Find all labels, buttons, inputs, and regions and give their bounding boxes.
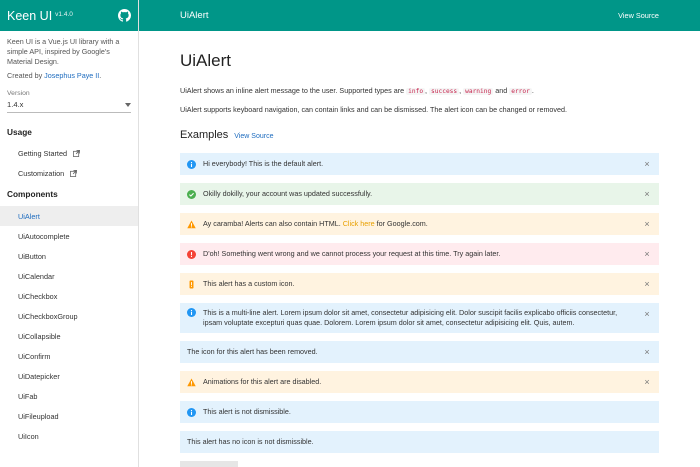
external-link-icon — [73, 149, 81, 157]
sidebar-item-uicheckboxgroup[interactable]: UiCheckboxGroup — [0, 306, 138, 326]
external-link-icon — [70, 169, 78, 177]
alert-text: This alert is not dismissible. — [203, 407, 291, 416]
warning-icon — [187, 378, 196, 387]
brand[interactable]: Keen UI v1.4.0 — [7, 9, 73, 23]
alert-text: Okilly dokilly, your account was updated… — [203, 189, 373, 198]
author-link[interactable]: Josephus Paye II — [44, 71, 99, 80]
credit-prefix: Created by — [7, 71, 45, 80]
alert-error: D'oh! Something went wrong and we cannot… — [180, 243, 659, 265]
alert-text: This alert has no icon is not dismissibl… — [187, 437, 314, 446]
sidebar-item-uicollapsible[interactable]: UiCollapsible — [0, 326, 138, 346]
features-paragraph: UiAlert supports keyboard navigation, ca… — [180, 105, 568, 114]
info-icon — [187, 407, 196, 417]
sidebar-item-label: Getting Started — [18, 148, 68, 158]
warning-icon — [187, 220, 196, 229]
sidebar-header: Keen UI v1.4.0 — [0, 0, 138, 31]
alert-text: Ay caramba! Alerts can also contain HTML… — [203, 219, 634, 229]
examples-view-source-link[interactable]: View Source — [234, 133, 273, 140]
version-block: Version 1.4.x — [0, 80, 138, 113]
alert-not-dismissible: This alert is not dismissible. — [180, 401, 659, 423]
alert-text: The icon for this alert has been removed… — [187, 347, 318, 356]
alert-custom-icon: This alert has a custom icon. × — [180, 273, 659, 295]
caret-down-icon — [125, 102, 131, 107]
alert-text-suffix: for Google.com. — [374, 219, 428, 228]
sidebar-item-uifab[interactable]: UiFab — [0, 386, 138, 406]
alert-text: This is a multi-line alert. Lorem ipsum … — [203, 308, 618, 327]
main-content: UiAlert UiAlert shows an inline alert me… — [139, 31, 700, 467]
version-value: 1.4.x — [7, 100, 24, 109]
sidebar-item-uicheckbox[interactable]: UiCheckbox — [0, 286, 138, 306]
usage-heading: Usage — [7, 127, 32, 137]
code-error: error — [509, 88, 532, 95]
close-icon[interactable]: × — [642, 279, 652, 289]
github-icon[interactable] — [118, 9, 131, 22]
para-text: . — [531, 86, 534, 95]
credit-suffix: . — [99, 71, 102, 80]
sidebar-item-uicalendar[interactable]: UiCalendar — [0, 266, 138, 286]
alert-no-icon-not-dismissible: This alert has no icon is not dismissibl… — [180, 431, 659, 453]
code-success: success — [429, 88, 460, 95]
alerts-list: Hi everybody! This is the default alert.… — [180, 153, 659, 467]
close-icon[interactable]: × — [642, 347, 652, 357]
alert-success: Okilly dokilly, your account was updated… — [180, 183, 659, 205]
close-icon[interactable]: × — [642, 249, 652, 259]
sidebar-item-uiconfirm[interactable]: UiConfirm — [0, 346, 138, 366]
sidebar-item-uiautocomplete[interactable]: UiAutocomplete — [0, 226, 138, 246]
components-heading: Components — [7, 189, 58, 199]
alert-multiline: This is a multi-line alert. Lorem ipsum … — [180, 303, 659, 333]
error-icon — [187, 249, 196, 259]
brand-version: v1.4.0 — [55, 10, 73, 18]
close-icon[interactable]: × — [642, 219, 652, 229]
sidebar-item-uiicon[interactable]: UiIcon — [0, 426, 138, 446]
brand-name: Keen UI — [7, 8, 53, 23]
view-source-link[interactable]: View Source — [618, 11, 659, 20]
alert-text-prefix: Ay caramba! Alerts can also contain HTML… — [203, 219, 343, 228]
sidebar-item-customization[interactable]: Customization — [0, 163, 138, 183]
code-warning: warning — [463, 88, 494, 95]
toggle-button-stub[interactable] — [180, 461, 238, 467]
close-icon[interactable]: × — [642, 189, 652, 199]
click-here-link[interactable]: Click here — [343, 219, 375, 228]
custom-icon — [187, 279, 196, 289]
usage-nav: Getting Started Customization — [0, 143, 138, 183]
info-icon — [187, 159, 196, 169]
sidebar: Keen UI v1.4.0 Keen UI is a Vue.js UI li… — [0, 0, 139, 467]
sidebar-item-uibutton[interactable]: UiButton — [0, 246, 138, 266]
version-select[interactable]: 1.4.x — [7, 100, 131, 113]
check-circle-icon — [187, 189, 196, 199]
code-info: info — [406, 88, 426, 95]
para-text: UiAlert shows an inline alert message to… — [180, 86, 407, 95]
sidebar-item-label: Customization — [18, 168, 65, 178]
alert-default: Hi everybody! This is the default alert.… — [180, 153, 659, 175]
examples-title: Examples — [180, 129, 229, 141]
alert-text: This alert has a custom icon. — [203, 279, 295, 288]
topbar: UiAlert View Source — [139, 0, 700, 31]
topbar-title: UiAlert — [180, 10, 209, 21]
info-icon — [187, 308, 196, 317]
sidebar-description: Keen UI is a Vue.js UI library with a si… — [7, 37, 120, 66]
alert-text: Hi everybody! This is the default alert. — [203, 159, 324, 168]
alert-text: Animations for this alert are disabled. — [203, 377, 322, 386]
components-nav: UiAlert UiAutocomplete UiButton UiCalend… — [0, 206, 138, 446]
close-icon[interactable]: × — [642, 377, 652, 387]
sidebar-item-uidatepicker[interactable]: UiDatepicker — [0, 366, 138, 386]
alert-no-animation: Animations for this alert are disabled. … — [180, 371, 659, 393]
close-icon[interactable]: × — [642, 309, 652, 319]
sidebar-item-uifileupload[interactable]: UiFileupload — [0, 406, 138, 426]
sidebar-item-getting-started[interactable]: Getting Started — [0, 143, 138, 163]
alert-text: D'oh! Something went wrong and we cannot… — [203, 249, 501, 258]
close-icon[interactable]: × — [642, 159, 652, 169]
sidebar-item-uialert[interactable]: UiAlert — [0, 206, 138, 226]
sidebar-credit: Created by Josephus Paye II. — [0, 67, 138, 80]
version-label: Version — [7, 90, 30, 97]
examples-heading: Examples View Source — [180, 129, 659, 141]
separator: and — [493, 86, 510, 95]
page-title: UiAlert — [180, 51, 232, 70]
alert-warning-html: Ay caramba! Alerts can also contain HTML… — [180, 213, 659, 235]
description-paragraph: UiAlert shows an inline alert message to… — [180, 85, 659, 97]
alert-no-icon: The icon for this alert has been removed… — [180, 341, 659, 363]
